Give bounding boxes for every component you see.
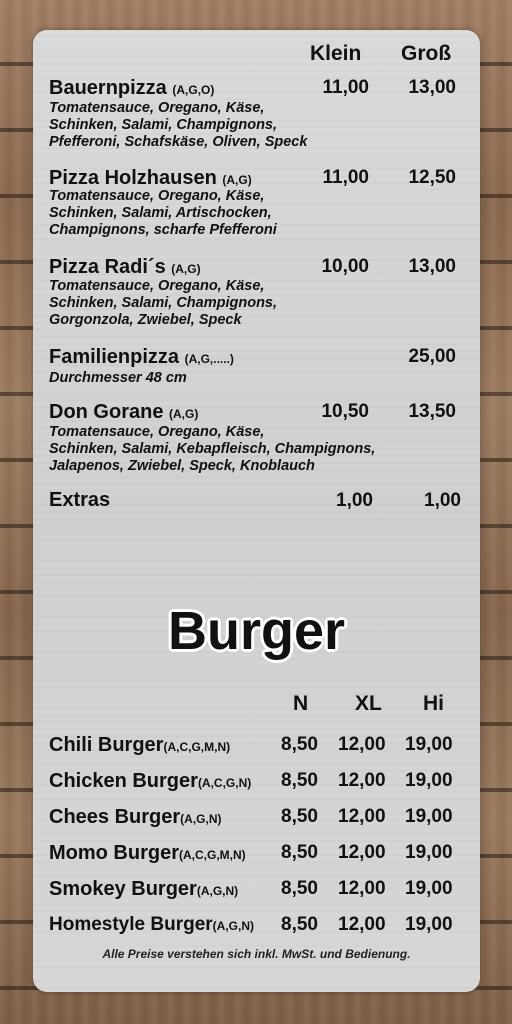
header-xl: XL <box>355 692 382 715</box>
price-n: 8,50 <box>281 878 318 899</box>
burger-item-name: Chees Burger(A,G,N) <box>49 806 222 828</box>
price-gross: 1,00 <box>424 490 461 511</box>
price-hi: 19,00 <box>405 770 453 791</box>
price-footnote: Alle Preise verstehen sich inkl. MwSt. u… <box>102 947 411 961</box>
price-gross: 12,50 <box>408 167 456 188</box>
header-klein: Klein <box>310 42 362 65</box>
price-xl: 12,00 <box>338 770 386 791</box>
burger-item-name: Momo Burger(A,C,G,M,N) <box>49 842 246 864</box>
price-xl: 12,00 <box>338 842 386 863</box>
pizza-item-name: Bauernpizza (A,G,O) <box>49 77 215 99</box>
price-n: 8,50 <box>281 806 318 827</box>
price-klein: 11,00 <box>322 167 370 188</box>
pizza-item-desc: Tomatensauce, Oregano, Käse, Schinken, Sa… <box>49 188 277 238</box>
price-n: 8,50 <box>281 914 318 935</box>
price-gross: 13,00 <box>408 256 456 277</box>
header-gross: Groß <box>401 42 452 65</box>
menu-board: Klein Groß Bauernpizza (A,G,O) 11,00 13,… <box>33 30 480 992</box>
price-n: 8,50 <box>281 842 318 863</box>
price-hi: 19,00 <box>405 842 453 863</box>
price-klein: 11,00 <box>322 77 370 98</box>
price-hi: 19,00 <box>405 914 453 935</box>
price-gross: 13,00 <box>408 77 456 98</box>
burger-item-name: Homestyle Burger(A,G,N) <box>49 914 254 935</box>
pizza-item-name: Familienpizza (A,G,.....) <box>49 346 234 368</box>
price-xl: 12,00 <box>338 734 386 755</box>
pizza-item-desc: Tomatensauce, Oregano, Käse, Schinken, Sa… <box>49 424 376 474</box>
price-xl: 12,00 <box>338 914 386 935</box>
price-hi: 19,00 <box>405 734 453 755</box>
header-hi: Hi <box>423 692 444 715</box>
price-gross: 13,50 <box>408 401 456 422</box>
price-hi: 19,00 <box>405 806 453 827</box>
pizza-item-desc: Tomatensauce, Oregano, Käse, Schinken, Sa… <box>49 100 308 150</box>
price-xl: 12,00 <box>338 806 386 827</box>
price-klein: 10,00 <box>321 256 369 277</box>
price-hi: 19,00 <box>405 878 453 899</box>
header-n: N <box>293 692 309 715</box>
burger-item-name: Chili Burger(A,C,G,M,N) <box>49 734 231 756</box>
price-n: 8,50 <box>281 734 318 755</box>
burger-item-name: Chicken Burger(A,C,G,N) <box>49 770 252 792</box>
pizza-item-name: Pizza Holzhausen (A,G) <box>49 167 252 189</box>
extras-label: Extras <box>49 489 111 511</box>
price-n: 8,50 <box>281 770 318 791</box>
price-gross: 25,00 <box>408 346 456 367</box>
burger-item-name: Smokey Burger(A,G,N) <box>49 878 239 900</box>
price-klein: 1,00 <box>336 490 373 511</box>
burger-section-title: Burger <box>167 601 346 661</box>
pizza-item-desc: Tomatensauce, Oregano, Käse, Schinken, Sa… <box>49 278 278 328</box>
pizza-item-name: Pizza Radi´s (A,G) <box>49 256 201 278</box>
pizza-item-desc: Durchmesser 48 cm <box>49 370 187 386</box>
price-klein: 10,50 <box>321 401 369 422</box>
price-xl: 12,00 <box>338 878 386 899</box>
pizza-item-name: Don Gorane (A,G) <box>49 401 199 423</box>
